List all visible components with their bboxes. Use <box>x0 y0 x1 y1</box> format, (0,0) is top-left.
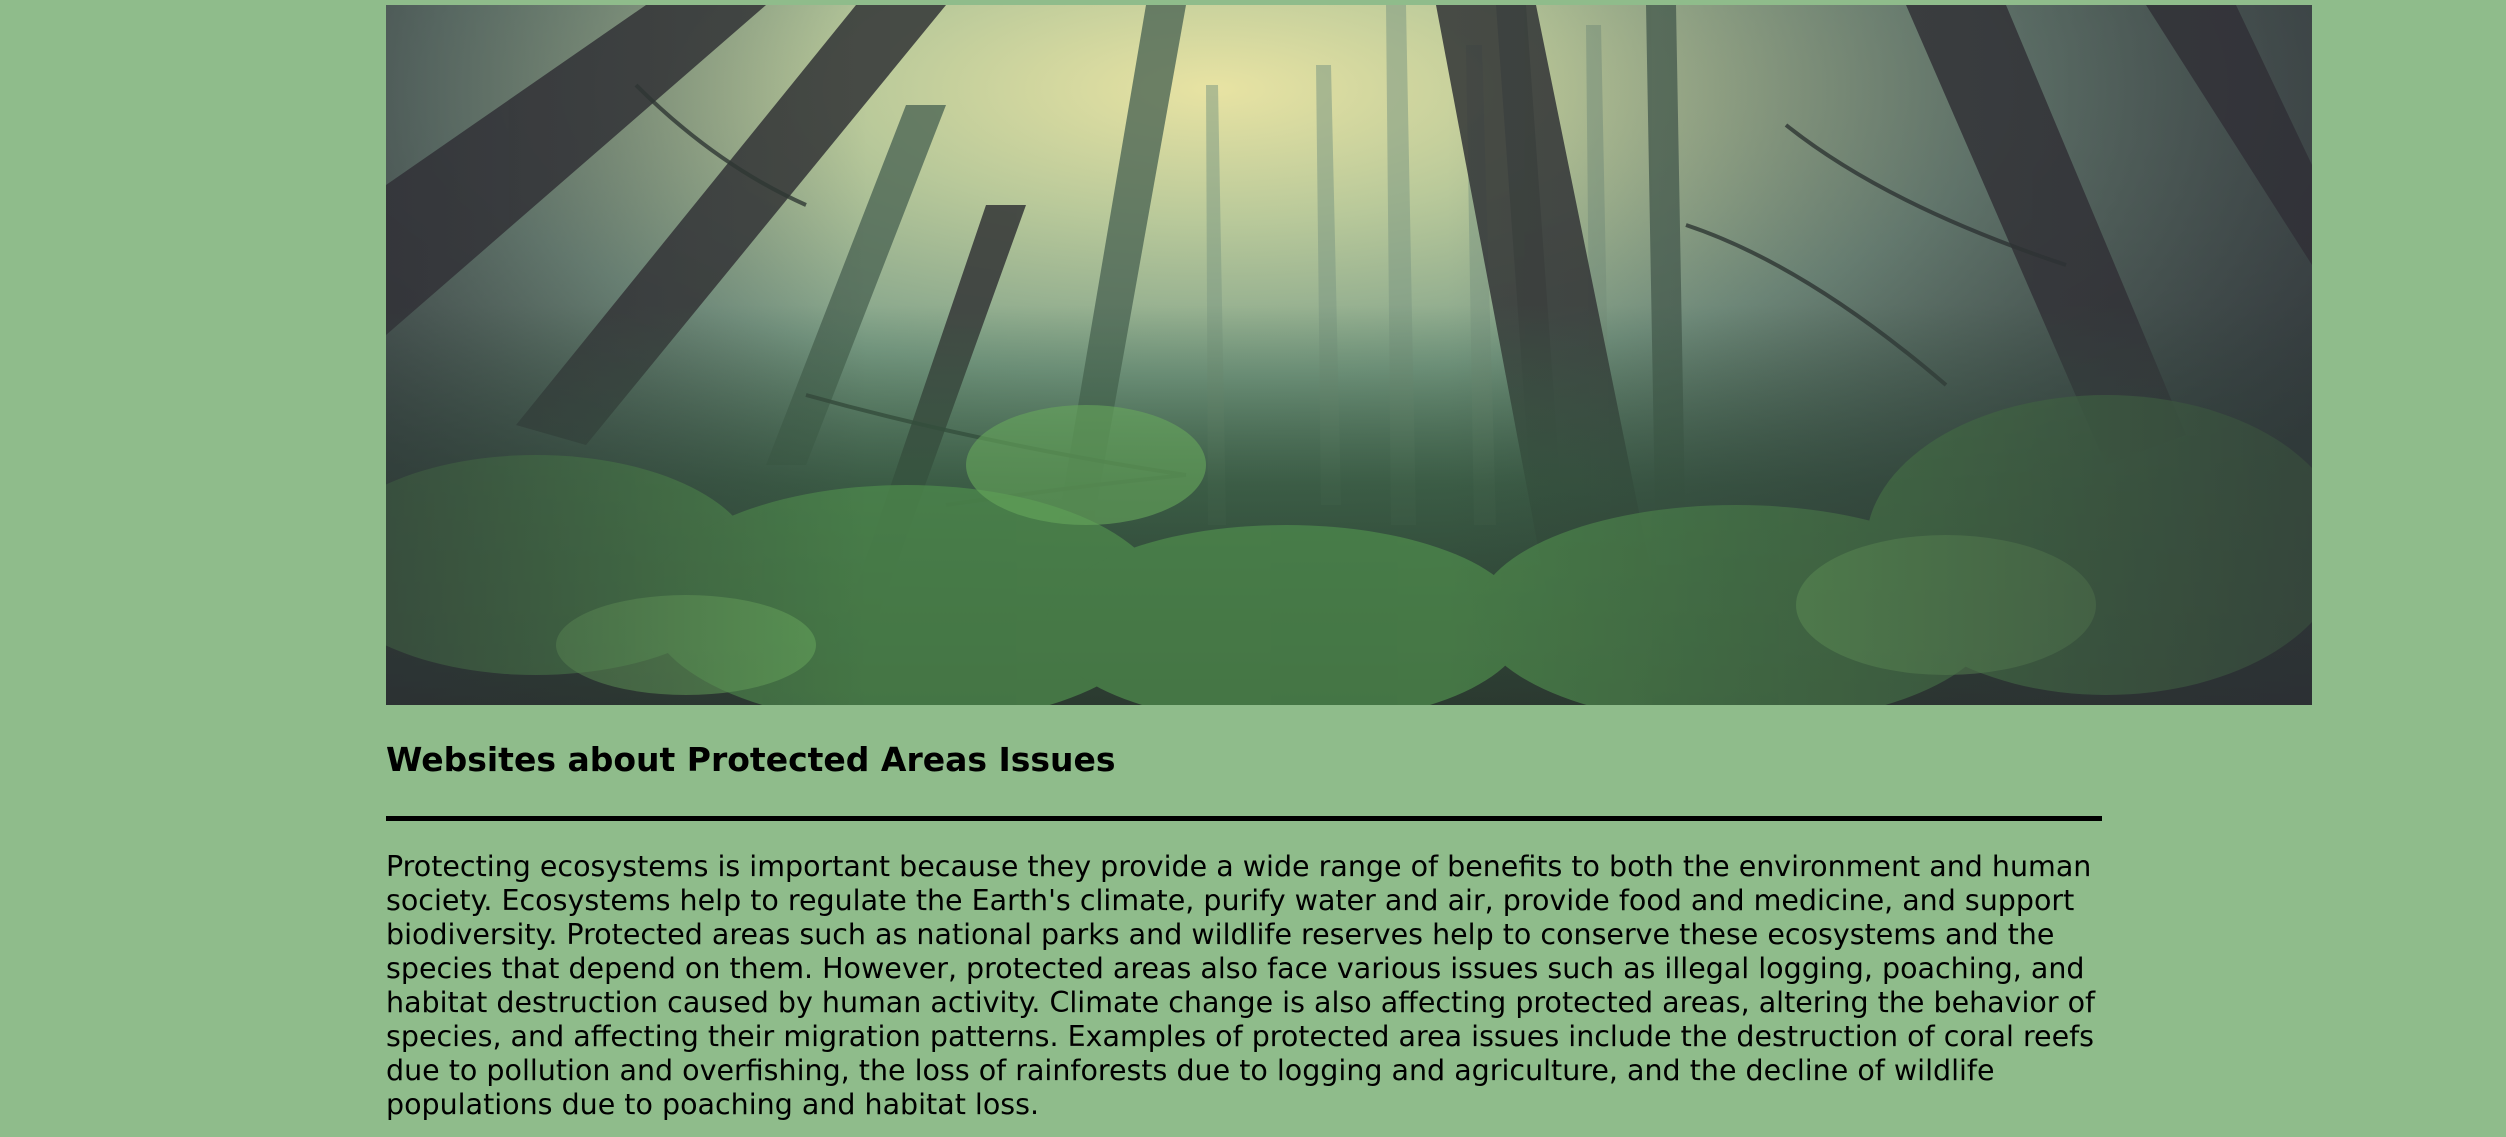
section-divider <box>386 816 2102 821</box>
page-heading: Websites about Protected Areas Issues <box>386 740 1116 779</box>
page: Websites about Protected Areas Issues Pr… <box>0 0 2506 1137</box>
intro-paragraph: Protecting ecosystems is important becau… <box>386 850 2096 1121</box>
hero-image <box>386 5 2312 705</box>
forest-illustration <box>386 5 2312 705</box>
